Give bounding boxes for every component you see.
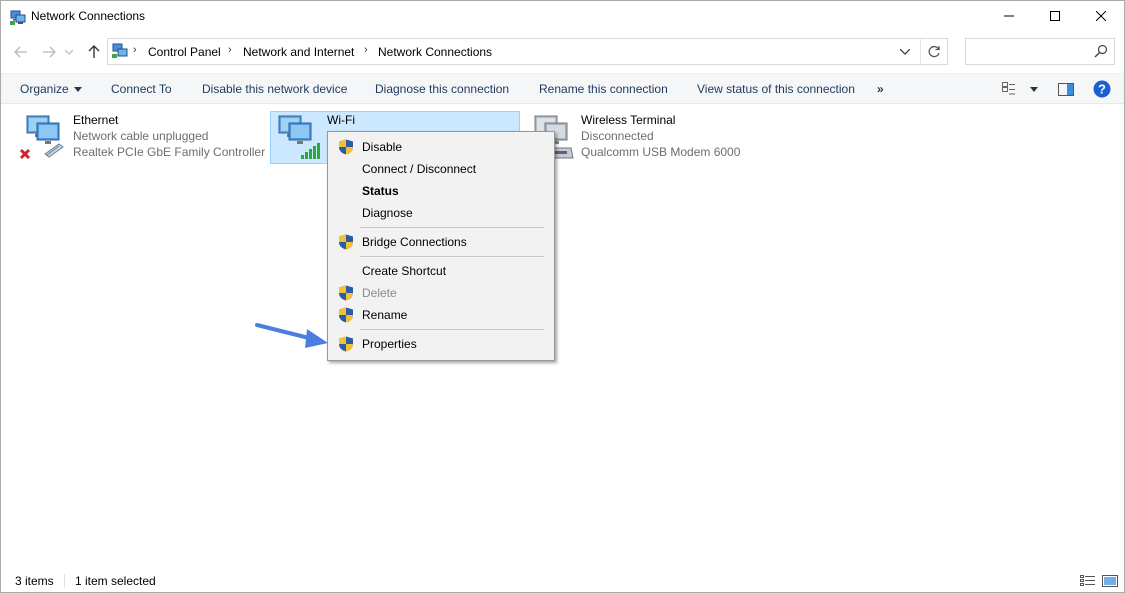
preview-pane-button[interactable]: [1056, 80, 1076, 98]
back-button[interactable]: [11, 42, 31, 62]
recent-locations-button[interactable]: [63, 42, 75, 62]
uac-shield-icon: [338, 307, 354, 323]
organize-button[interactable]: Organize: [20, 82, 82, 96]
maximize-icon: [1050, 11, 1060, 21]
menu-item-label: Bridge Connections: [362, 235, 467, 249]
menu-item-disable[interactable]: Disable: [330, 136, 552, 158]
connection-wireless-terminal[interactable]: Wireless Terminal Disconnected Qualcomm …: [523, 111, 773, 164]
menu-item-label: Properties: [362, 337, 417, 351]
forward-button[interactable]: [39, 42, 59, 62]
svg-text:?: ?: [1098, 82, 1106, 97]
menu-item-label: Delete: [362, 286, 397, 300]
menu-item-properties[interactable]: Properties: [330, 333, 552, 355]
chevron-down-icon: [900, 48, 910, 55]
menu-item-bridge-connections[interactable]: Bridge Connections: [330, 231, 552, 253]
chevron-down-icon: [65, 49, 73, 55]
selection-count: 1 item selected: [75, 574, 156, 588]
wifi-icon: [273, 114, 321, 162]
menu-separator: [360, 256, 544, 257]
connection-device: Qualcomm USB Modem 6000: [581, 145, 741, 159]
uac-shield-icon: [338, 336, 354, 352]
up-arrow-icon: [88, 45, 100, 58]
view-status-button[interactable]: View status of this connection: [697, 82, 855, 96]
refresh-icon: [928, 45, 940, 58]
connection-device: Realtek PCIe GbE Family Controller: [73, 145, 266, 159]
uac-shield-icon: [338, 139, 354, 155]
menu-item-label: Rename: [362, 308, 408, 322]
ethernet-icon: [19, 114, 67, 162]
more-commands-button[interactable]: »: [877, 82, 884, 96]
menu-item-diagnose[interactable]: Diagnose: [330, 202, 552, 224]
close-button[interactable]: [1078, 1, 1124, 31]
view-options-icon: [1002, 82, 1015, 95]
details-view-icon: [1080, 575, 1095, 586]
status-divider: [64, 574, 65, 588]
context-menu: Disable Connect / Disconnect Status Diag…: [327, 131, 555, 361]
connection-ethernet[interactable]: Ethernet Network cable unplugged Realtek…: [15, 111, 265, 164]
item-count: 3 items: [15, 574, 54, 588]
rename-button[interactable]: Rename this connection: [539, 82, 668, 96]
preview-pane-icon: [1058, 82, 1074, 96]
close-icon: [1096, 11, 1106, 21]
uac-shield-icon: [338, 285, 354, 301]
window-title: Network Connections: [31, 9, 146, 23]
uac-shield-icon: [338, 234, 354, 250]
menu-item-connect-disconnect[interactable]: Connect / Disconnect: [330, 158, 552, 180]
breadcrumb-separator: ›: [133, 44, 137, 56]
change-view-button[interactable]: [1001, 80, 1039, 98]
command-bar: Organize Connect To Disable this network…: [1, 73, 1124, 104]
menu-item-label: Disable: [362, 140, 403, 154]
address-bar[interactable]: › Control Panel › Network and Internet ›…: [107, 38, 948, 65]
up-button[interactable]: [84, 42, 104, 62]
menu-separator: [360, 329, 544, 330]
menu-item-label: Diagnose: [362, 206, 413, 220]
pointer-arrow-icon: [255, 323, 328, 348]
menu-item-label: Status: [362, 184, 399, 198]
explorer-window: Network Connections › Control Panel › Ne…: [0, 0, 1125, 593]
forward-arrow-icon: [43, 46, 56, 58]
minimize-button[interactable]: [986, 1, 1032, 31]
menu-separator: [360, 227, 544, 228]
menu-item-create-shortcut[interactable]: Create Shortcut: [330, 260, 552, 282]
breadcrumb-network-connections[interactable]: Network Connections: [378, 45, 492, 59]
connection-name: Wireless Terminal: [581, 113, 676, 127]
search-icon: [1094, 44, 1108, 58]
back-arrow-icon: [14, 46, 27, 58]
breadcrumb-control-panel[interactable]: Control Panel: [148, 45, 221, 59]
help-button[interactable]: ?: [1092, 80, 1112, 98]
menu-item-label: Connect / Disconnect: [362, 162, 477, 176]
breadcrumb-separator: ›: [364, 44, 368, 56]
caret-down-icon: [1030, 86, 1038, 92]
minimize-icon: [1004, 15, 1014, 17]
control-panel-icon: [112, 43, 128, 59]
menu-item-delete[interactable]: Delete: [330, 282, 552, 304]
breadcrumb-separator: ›: [228, 44, 232, 56]
network-connections-icon: [10, 9, 26, 25]
breadcrumb-network-and-internet[interactable]: Network and Internet: [243, 45, 354, 59]
diagnose-button[interactable]: Diagnose this connection: [375, 82, 509, 96]
connection-name: Wi-Fi: [327, 113, 355, 127]
connections-list: Ethernet Network cable unplugged Realtek…: [1, 105, 1124, 570]
address-dropdown-button[interactable]: [893, 39, 917, 64]
help-icon: ?: [1093, 80, 1111, 98]
menu-item-status[interactable]: Status: [330, 180, 552, 202]
connect-to-button[interactable]: Connect To: [111, 82, 172, 96]
refresh-button[interactable]: [920, 39, 948, 64]
connection-status: Disconnected: [581, 129, 654, 143]
connection-name: Ethernet: [73, 113, 119, 127]
menu-item-rename[interactable]: Rename: [330, 304, 552, 326]
organize-label: Organize: [20, 82, 69, 96]
status-bar: 3 items 1 item selected: [1, 570, 1124, 592]
connection-status: Network cable unplugged: [73, 129, 209, 143]
title-bar[interactable]: Network Connections: [1, 1, 1124, 32]
maximize-button[interactable]: [1032, 1, 1078, 31]
large-icons-view-button[interactable]: [1101, 573, 1119, 589]
caret-down-icon: [73, 87, 82, 93]
disable-device-button[interactable]: Disable this network device: [202, 82, 347, 96]
menu-item-label: Create Shortcut: [362, 264, 447, 278]
details-view-button[interactable]: [1079, 573, 1097, 589]
large-icons-view-icon: [1102, 575, 1118, 587]
search-input[interactable]: [965, 38, 1115, 65]
address-row: › Control Panel › Network and Internet ›…: [1, 32, 1124, 72]
